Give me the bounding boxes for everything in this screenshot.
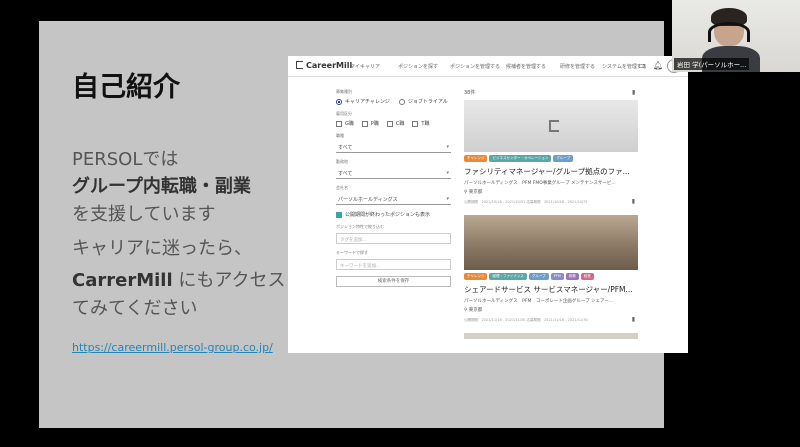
- location-text: 東京都: [468, 308, 483, 313]
- slide-text-line: てみてください: [72, 298, 198, 319]
- filter-label: 職種: [336, 133, 344, 138]
- card-dates: 公開期間 2021/10/18 - 2021/10/31 応募期間 2021/1…: [464, 200, 588, 204]
- webcam-tile[interactable]: 岩田 学(パーソルホー...: [672, 0, 800, 72]
- closed-toggle-row: 公開期間が終わったポジションも表示: [336, 211, 451, 218]
- card-location: ⚲ 東京都: [464, 307, 638, 313]
- card-title[interactable]: シェアードサービス サービスマネージャー/PFM...: [464, 284, 638, 295]
- radio-career-challenge[interactable]: [336, 98, 342, 105]
- radio-label: ジョブトライアル: [407, 99, 448, 105]
- app-navbar: CareerMill マイキャリア ポジションを探す ポジションを管理する 候補…: [288, 56, 688, 77]
- filter-label: ポジション特性で絞り込む: [336, 224, 384, 229]
- checkbox-c[interactable]: [386, 120, 393, 127]
- tag-list: チャレンジ ビジネスセンター・オペレーション グループ: [464, 155, 638, 162]
- bell-icon[interactable]: 🔔︎: [653, 61, 663, 70]
- checkbox-label: C職: [395, 121, 405, 127]
- slide-title: 自己紹介: [72, 72, 180, 103]
- save-search-button[interactable]: 検索条件を保存: [336, 276, 451, 287]
- slide-text-line: PERSOLでは: [72, 149, 179, 170]
- location-pin-icon: ⚲: [464, 190, 468, 195]
- tag: 経営: [580, 273, 594, 280]
- position-card[interactable]: チャレンジ ビジネスセンター・オペレーション グループ ファシリティマネージャー…: [464, 100, 638, 205]
- checkbox-g[interactable]: [336, 120, 342, 127]
- results-list: 38件 チャレンジ ビジネスセンター・オペレーション グループ ファシリティマネ…: [464, 89, 640, 339]
- app-name-bold: CarrerMill: [72, 270, 173, 291]
- headset-icon: [708, 22, 750, 42]
- app-logo[interactable]: CareerMill: [296, 61, 352, 70]
- tag: ビジネスセンター・オペレーション: [489, 155, 552, 162]
- show-closed-checkbox[interactable]: [336, 211, 342, 218]
- nav-item[interactable]: 候補者を管理する: [506, 63, 546, 70]
- tag: チャレンジ: [464, 273, 488, 280]
- results-count: 38件: [464, 90, 476, 96]
- checkbox-p[interactable]: [361, 120, 368, 127]
- logo-mark-icon: [296, 61, 303, 69]
- filter-label: 会社名: [336, 185, 348, 190]
- nav-item[interactable]: ポジションを管理する: [450, 63, 500, 70]
- meeting-view: 自己紹介 PERSOLでは グループ内転職・副業 を支援しています キャリアに迷…: [0, 0, 800, 447]
- next-card-preview: [464, 333, 638, 339]
- filter-label: キーワードで探す: [336, 250, 368, 255]
- card-image: [464, 100, 638, 152]
- bookmark-icon[interactable]: ▮: [632, 316, 635, 323]
- nav-item[interactable]: マイキャリア: [350, 63, 380, 70]
- location-text: 東京都: [468, 190, 483, 195]
- location-pin-icon: ⚲: [464, 308, 468, 313]
- tag: 総務: [565, 273, 579, 280]
- checkbox-label: P職: [370, 121, 379, 127]
- category-select[interactable]: すべて: [336, 142, 451, 153]
- search-filters: 募集種別 キャリアチャレンジ ジョブトライアル 雇用区分 G職 P職 C職 T職…: [336, 89, 451, 287]
- nav-item[interactable]: ポジションを探す: [398, 63, 438, 70]
- persol-logo-icon: [549, 120, 559, 132]
- card-subtitle: パーソルホールディングス PFM コーポレート企画グループ シェアー...: [464, 299, 614, 304]
- chat-icon[interactable]: ▭: [638, 61, 646, 70]
- slide-text-line: グループ内転職・副業: [72, 176, 251, 197]
- filter-label: 勤務地: [336, 159, 348, 164]
- area-select[interactable]: すべて: [336, 168, 451, 179]
- card-title[interactable]: ファシリティマネージャー/グループ拠点のファ...: [464, 166, 638, 177]
- tag: 経理・ファイナンス: [489, 273, 527, 280]
- bookmark-icon[interactable]: ▮: [632, 198, 635, 205]
- participant-name: 岩田 学(パーソルホー...: [674, 58, 750, 70]
- filter-label: 雇用区分: [336, 111, 352, 116]
- slide-text-line: を支援しています: [72, 204, 216, 225]
- card-dates: 公開期間 2021/11/16 - 2021/11/30 応募期間 2021/1…: [464, 318, 588, 322]
- checkbox-label: G職: [345, 121, 354, 127]
- radio-group: キャリアチャレンジ ジョブトライアル: [336, 98, 451, 105]
- checkbox-t[interactable]: [412, 120, 419, 127]
- checkbox-label: 公開期間が終わったポジションも表示: [345, 212, 431, 218]
- tag-input[interactable]: タグを追加...: [336, 233, 451, 244]
- tag: チャレンジ: [464, 155, 488, 162]
- card-location: ⚲ 東京都: [464, 189, 638, 195]
- radio-job-trial[interactable]: [398, 98, 405, 105]
- slide-text-fragment: にもアクセスし: [172, 270, 304, 291]
- card-image: [464, 215, 638, 270]
- tag: PFM: [550, 273, 564, 280]
- slide-text-line: キャリアに迷ったら、: [72, 238, 252, 259]
- nav-item[interactable]: 研修を管理する: [560, 63, 595, 70]
- card-subtitle: パーソルホールディングス PFM FMO事業グループ メンテナンスサービ...: [464, 181, 616, 186]
- logo-text: CareerMill: [306, 61, 353, 70]
- careermill-link[interactable]: https://careermill.persol-group.co.jp/: [72, 341, 273, 354]
- slide-text-line: CarrerMill にもアクセスし: [72, 266, 303, 292]
- company-select[interactable]: パーソルホールディングス: [336, 194, 451, 205]
- checkbox-label: T職: [421, 121, 430, 127]
- position-card[interactable]: チャレンジ 経理・ファイナンス グループ PFM 総務 経営 シェアードサービス…: [464, 215, 638, 323]
- radio-label: キャリアチャレンジ: [345, 99, 390, 105]
- tag: グループ: [528, 273, 549, 280]
- careermill-screenshot: CareerMill マイキャリア ポジションを探す ポジションを管理する 候補…: [288, 56, 688, 353]
- checkbox-group: G職 P職 C職 T職: [336, 120, 451, 127]
- tag-list: チャレンジ 経理・ファイナンス グループ PFM 総務 経営: [464, 273, 638, 280]
- keyword-input[interactable]: キーワードを追加...: [336, 259, 451, 270]
- tag: グループ: [553, 155, 574, 162]
- filter-label: 募集種別: [336, 89, 352, 94]
